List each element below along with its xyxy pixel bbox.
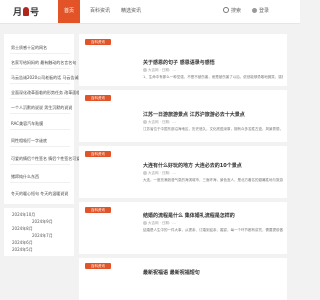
category-badge[interactable]: 百科资讯 [85,263,111,269]
post-excerpt-text: 大连，一座充满浪漫气息的海滨城市，三面环海，景色宜人，是北方著名的避暑胜地与旅游… [143,178,283,182]
login-button[interactable]: 登录 [252,0,269,23]
divider [10,113,70,114]
post-meta-text: 大吉网 · 日期：... [148,221,176,225]
post-title[interactable]: 关于感恩的句子 感恩语录与感悟 [143,59,215,66]
post-card[interactable]: 百科资讯 江苏一日游旅游景点 江苏沪旅游必去十大景点 大吉网 · 日期：... … [79,90,287,142]
divider [10,53,70,54]
post-excerpt: 江苏省位于中国东部沿海地区，历史悠久，文化底蕴深厚，拥有众多名胜古迹，风景秀丽，… [143,127,283,132]
divider [10,182,70,183]
category-badge[interactable]: 百科资讯 [85,95,111,101]
post-excerpt-text: 结婚是人生中的一件大事，从提亲、订婚到迎亲、婚宴，每一个环节都有讲究，需要提前做… [143,228,283,232]
nav-home[interactable]: 首页 [58,0,80,23]
post-card[interactable]: 百科资讯 大连有什么好玩的地方 大连必去的10个景点 大吉网 · 日期：... … [79,146,287,198]
category-badge[interactable]: 百科资讯 [85,39,111,45]
sidebar-link[interactable]: 可爱的情侣个性签名 情侣个性签名可爱 [11,156,80,162]
divider [10,68,70,69]
author-avatar-icon [143,120,147,124]
post-meta: 大吉网 · 日期：... [143,68,176,73]
site-logo[interactable]: 月 号 [13,4,39,18]
archive-link[interactable]: 2024年10月 [12,212,35,218]
post-card[interactable]: 百科资讯 最新祝福语 最新祝福短句 [79,258,287,300]
post-excerpt: 大连，一座充满浪漫气息的海滨城市，三面环海，景色宜人，是北方著名的避暑胜地与旅游… [143,178,283,183]
user-icon [252,8,257,13]
post-excerpt: 1、生命中有那么一种坚强，不是不被伤害，而是被伤害了以后，依然能够勇敢地微笑，感… [143,75,283,80]
divider [10,98,70,99]
divider [10,83,70,84]
sidebar-link[interactable]: 一个人沉默的说说 男生沉默的说说 [11,105,72,111]
logo-text-left: 月 [13,7,23,18]
post-title[interactable]: 最新祝福语 最新祝福短句 [143,269,200,276]
sidebar-link[interactable]: 冬天的暖心短句 冬天的温暖说说 [11,191,68,197]
logo-mark-icon [23,6,30,16]
sidebar-link[interactable]: 男士质感十足的网名 [11,45,47,51]
category-badge[interactable]: 百科资讯 [85,151,111,157]
author-avatar-icon [143,171,147,175]
search-button[interactable]: 搜索 [223,0,241,23]
post-title[interactable]: 江苏一日游旅游景点 江苏沪旅游必去十大景点 [143,111,245,118]
archive-link[interactable]: 2024年9月 [32,219,53,225]
sidebar-articles-panel: 男士质感十足的网名 名家写给妈妈的 最有触动的名言名句 马云告诫2020公司老板… [4,34,105,204]
post-meta-text: 大吉网 · 日期：... [148,120,176,124]
post-excerpt-text: 江苏省位于中国东部沿海地区，历史悠久，文化底蕴深厚，拥有众多名胜古迹，风景秀丽，… [143,127,283,131]
sidebar-link[interactable]: 同性相吸打一字谜底 [11,138,47,144]
nav-baike[interactable]: 百科资讯 [87,0,113,23]
post-meta-text: 大吉网 · 日期：... [148,68,176,72]
archive-link[interactable]: 2024年7月 [32,233,53,239]
sidebar-archive-panel: 2024年10月 2024年9月 2024年8月 2024年7月 2024年6月… [4,208,74,256]
post-meta-text: 大吉网 · 日期：... [148,171,176,175]
top-nav-bar: 月 号 首页 百科资讯 精选资讯 搜索 登录 [0,0,300,24]
post-card[interactable]: 百科资讯 结婚的流程是什么 集体婚礼流程是怎样的 大吉网 · 日期：... 结婚… [79,202,287,254]
search-icon [223,7,229,13]
logo-text-right: 号 [30,7,40,18]
post-title[interactable]: 结婚的流程是什么 集体婚礼流程是怎样的 [143,212,235,219]
nav-featured[interactable]: 精选资讯 [118,0,144,23]
login-label: 登录 [259,8,270,14]
post-meta: 大吉网 · 日期：... [143,120,176,125]
sidebar-link[interactable]: 猪蹄炖什么东西 [11,174,39,180]
divider [10,146,70,147]
post-excerpt-text: 1、生命中有那么一种坚强，不是不被伤害，而是被伤害了以后，依然能够勇敢地微笑，感… [143,75,283,79]
author-avatar-icon [143,221,147,225]
divider [10,129,70,130]
post-meta: 大吉网 · 日期：... [143,171,176,176]
search-label: 搜索 [231,8,242,14]
archive-link[interactable]: 2024年8月 [12,226,33,232]
sidebar-link[interactable]: 名家写给妈妈的 最有触动的名言名句 [11,60,76,66]
post-excerpt: 结婚是人生中的一件大事，从提亲、订婚到迎亲、婚宴，每一个环节都有讲究，需要提前做… [143,228,283,233]
divider [10,164,70,165]
archive-link[interactable]: 2024年6月 [12,240,33,246]
post-card[interactable]: 百科资讯 关于感恩的句子 感恩语录与感悟 大吉网 · 日期：... 1、生命中有… [79,34,287,86]
category-badge[interactable]: 百科资讯 [85,207,111,213]
author-avatar-icon [143,68,147,72]
sidebar-link[interactable]: RAC美容汽车贴膜 [11,121,43,127]
post-title[interactable]: 大连有什么好玩的地方 大连必去的10个景点 [143,162,242,169]
post-meta: 大吉网 · 日期：... [143,221,176,226]
archive-link[interactable]: 2024年5月 [12,247,33,253]
